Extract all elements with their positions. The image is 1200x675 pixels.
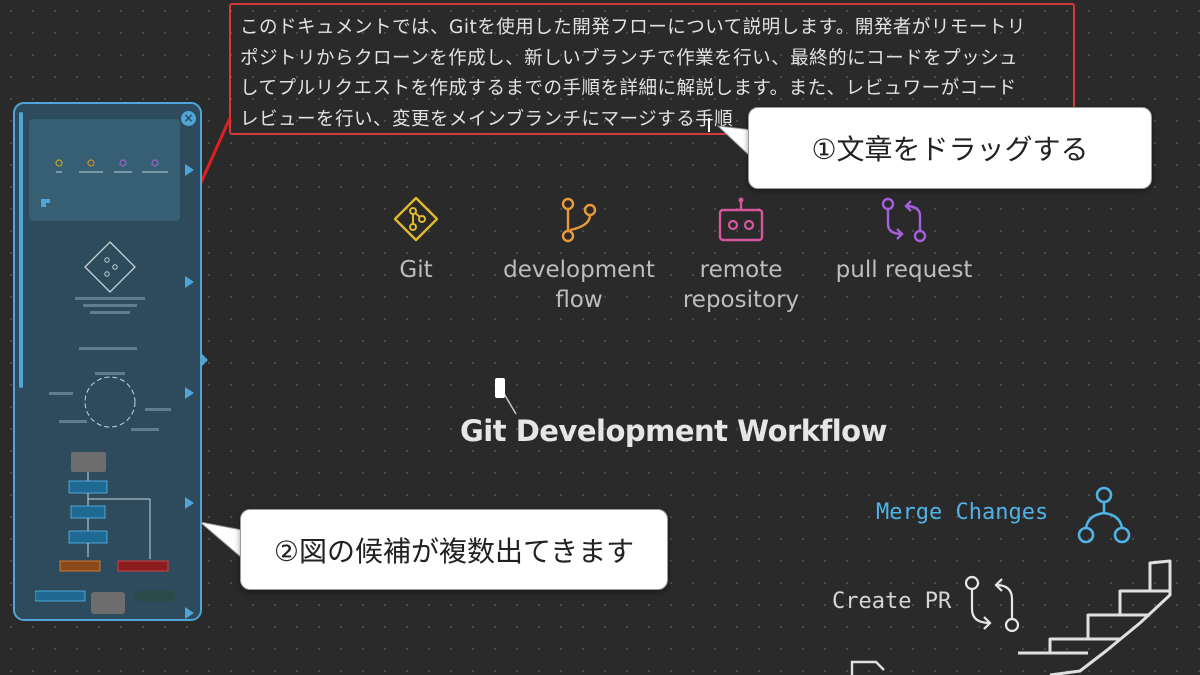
icon-label-git: Git	[399, 257, 433, 283]
panel-pointer	[200, 352, 208, 368]
staircase-illustration	[1018, 559, 1172, 675]
create-pr-label[interactable]: Create PR	[832, 589, 951, 614]
icon-label-pull-request: pull request	[835, 257, 973, 283]
callout-step1-text: ①文章をドラッグする	[811, 133, 1089, 166]
diagram-suggestion-panel[interactable]: ×	[13, 102, 202, 621]
git-icon[interactable]	[393, 196, 439, 242]
close-icon[interactable]: ×	[181, 111, 196, 126]
suggestion-candidate-4[interactable]	[35, 449, 185, 619]
callout-step2: ②図の候補が複数出てきます	[240, 509, 668, 590]
callout2-tail	[198, 521, 243, 560]
callout-step2-text: ②図の候補が複数出てきます	[273, 534, 635, 568]
play-icon[interactable]	[185, 387, 194, 399]
remote-icon[interactable]	[716, 196, 766, 244]
pull-request-icon[interactable]	[880, 196, 928, 244]
suggestion-candidate-1[interactable]	[29, 119, 180, 221]
diagram-title[interactable]: Git Development Workflow	[460, 414, 887, 448]
selected-node[interactable]	[495, 378, 505, 398]
panel-scrollbar[interactable]	[19, 112, 23, 388]
branch-icon[interactable]	[556, 196, 600, 244]
callout1-tail	[716, 125, 753, 160]
play-icon[interactable]	[185, 164, 194, 176]
suggestion-candidate-3[interactable]	[45, 342, 175, 442]
play-icon[interactable]	[185, 276, 194, 288]
merge-changes-label[interactable]: Merge Changes	[876, 500, 1048, 525]
suggestion-candidate-2[interactable]	[55, 234, 165, 324]
play-icon[interactable]	[185, 497, 194, 509]
merge-icon[interactable]	[1076, 485, 1132, 547]
icon-label-development-flow: development flow	[503, 257, 655, 313]
callout-step1: ①文章をドラッグする	[748, 107, 1152, 189]
play-icon[interactable]	[185, 607, 194, 619]
document-icon	[850, 660, 885, 675]
icon-label-remote-repository: remote repository	[682, 257, 800, 313]
candidate-1-preview	[41, 159, 168, 207]
